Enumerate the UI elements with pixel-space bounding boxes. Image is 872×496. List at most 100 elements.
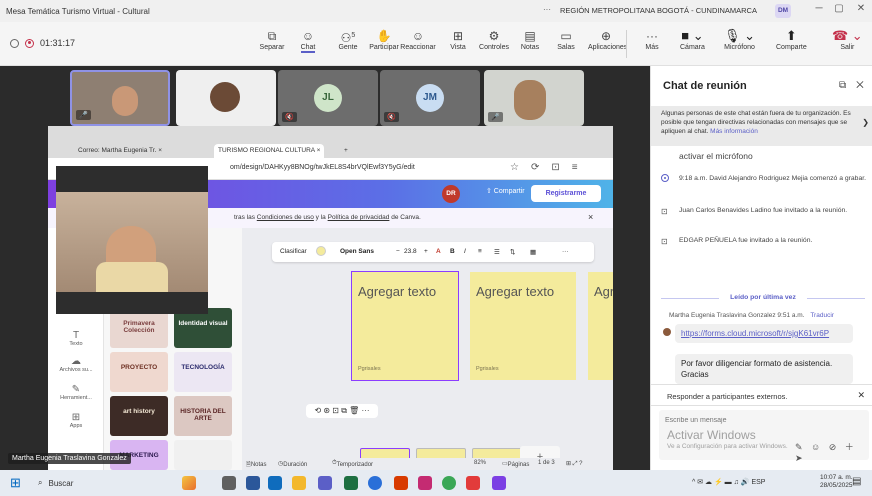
toolbar-chat-button[interactable]: ☺ Chat (290, 28, 326, 53)
duration-button[interactable]: ◷ Duración (278, 460, 307, 468)
font-size-increase[interactable]: + (424, 248, 428, 255)
notification-icon[interactable]: ▤ (852, 476, 861, 487)
timer-button[interactable]: ⏱ Temporizador (332, 460, 373, 468)
toolbar-notas-button[interactable]: ▤ Notas (512, 28, 548, 51)
browser-actions-icon[interactable]: ☆⟳⊡≡ (510, 162, 590, 173)
participant-tile[interactable]: 🎤 (70, 70, 170, 126)
widgets-icon[interactable] (182, 476, 196, 490)
chat-header-icons[interactable]: ⧉✕ (839, 80, 872, 91)
text-color-icon[interactable]: A (436, 248, 441, 255)
form-link[interactable]: https://forms.cloud.microsoft/r/sjgK61vr… (681, 329, 829, 338)
task-view-icon[interactable] (222, 476, 236, 490)
mas-icon: ··· (646, 29, 658, 43)
pages-button[interactable]: ▭ Páginas (502, 460, 529, 468)
font-select[interactable]: Open Sans (340, 248, 374, 255)
app-icon[interactable] (418, 476, 432, 490)
close-icon[interactable]: ✕ (857, 390, 865, 401)
toolbar-controles-button[interactable]: ⚙ Controles (476, 28, 512, 51)
template-thumb[interactable]: Primavera Colección (110, 308, 168, 348)
close-warning-icon[interactable]: ❯ (862, 118, 869, 129)
leave-button[interactable]: ☎ ⌄ Salir (832, 28, 863, 51)
notes-button[interactable]: 🗎 Notas (246, 460, 267, 470)
color-swatch[interactable] (316, 246, 326, 256)
more-icon[interactable]: ··· (543, 5, 551, 14)
template-thumb[interactable]: PROYECTO (110, 352, 168, 392)
font-size-value[interactable]: 23.8 (404, 248, 417, 255)
sticky-note[interactable]: Agregar te (588, 272, 613, 380)
register-button[interactable]: Registrarme (531, 185, 601, 202)
template-thumb[interactable]: Identidad visual (174, 308, 232, 348)
system-tray[interactable]: ^ ✉ ☁ ⚡ ▬ ♫ 🔊 ESP (692, 478, 765, 486)
toolbar-reaccionar-button[interactable]: ☺ Reaccionar (400, 28, 436, 51)
participant-tile[interactable]: JM 🔇 (380, 70, 480, 126)
sidebar-item-apps[interactable]: ⊞ Apps (52, 412, 100, 429)
list-icon[interactable]: ☰ (494, 248, 500, 256)
sticky-note[interactable]: Agregar texto Pgrisales (351, 271, 459, 381)
browser-tab-canva[interactable]: TURISMO REGIONAL CULTURA × (214, 144, 325, 158)
privacy-link[interactable]: Política de privacidad (328, 214, 390, 221)
speaker-video[interactable] (56, 166, 208, 314)
sidebar-item-tools[interactable]: ✎ Herramient... (52, 384, 100, 401)
taskbar-clock[interactable]: 10:07 a. m. 28/05/2025 (820, 474, 853, 491)
account-avatar[interactable]: DM (775, 4, 791, 18)
participant-tile[interactable] (176, 70, 276, 126)
translate-link[interactable]: Traducir (810, 312, 834, 319)
more-info-link[interactable]: Más información (710, 128, 758, 135)
message-input[interactable] (665, 414, 855, 426)
excel-icon[interactable] (344, 476, 358, 490)
camera-button[interactable]: ■ ⌄ Cámara (680, 28, 705, 51)
element-tools[interactable]: ⟲ ⊛ ⊡ ⧉ 🗑 ··· (306, 404, 378, 418)
classify-button[interactable]: Clasificar (280, 248, 307, 255)
minimize-icon[interactable]: ─ (810, 3, 828, 14)
template-thumb[interactable] (174, 440, 232, 470)
bold-icon[interactable]: B (450, 248, 455, 255)
close-notice-icon[interactable]: × (588, 212, 593, 222)
windows-start-icon[interactable]: ⊞ (10, 476, 21, 489)
font-size-decrease[interactable]: − (396, 248, 400, 255)
template-thumb[interactable]: TECNOLOGÍA (174, 352, 232, 392)
taskbar-search[interactable]: ⌕ Buscar (38, 475, 142, 491)
template-thumb[interactable]: HISTORIA DEL ARTE (174, 396, 232, 436)
sidebar-item-text[interactable]: T Texto (52, 330, 100, 347)
word-icon[interactable] (246, 476, 260, 490)
reply-external-bar[interactable]: Responder a participantes externos. ✕ (651, 384, 872, 406)
italic-icon[interactable]: I (464, 248, 466, 255)
browser-tab-mail[interactable]: Correo: Martha Eugenia Tr. × (74, 144, 166, 158)
chrome-icon[interactable] (368, 476, 382, 490)
teams-icon[interactable] (318, 476, 332, 490)
effects-icon[interactable]: ▦ (530, 248, 536, 256)
compose-tools[interactable]: ✎ ☺ ⊘ ＋ ➤ (795, 440, 869, 464)
file-explorer-icon[interactable] (292, 476, 306, 490)
browser-icon[interactable] (442, 476, 456, 490)
share-screen-button[interactable]: ⬆ Comparte (776, 28, 807, 51)
toolbar-mas-button[interactable]: ··· Más (634, 28, 670, 51)
zoom-level[interactable]: 82% (474, 460, 486, 466)
microphone-button[interactable]: 🎙 ⌄ Micrófono (724, 28, 755, 51)
toolbar-aplicaciones-button[interactable]: ⊕ Aplicaciones (588, 28, 627, 51)
sidebar-item-uploads[interactable]: ☁ Archivos su... (52, 356, 100, 373)
restore-icon[interactable]: ▢ (830, 3, 848, 14)
toolbar-gente-button[interactable]: ⚇5 Gente (330, 28, 366, 51)
spacing-icon[interactable]: ⇅ (510, 248, 515, 256)
window-title: Mesa Temática Turismo Virtual - Cultural (6, 6, 150, 16)
toolbar-separar-button[interactable]: ⧉ Separar (254, 28, 290, 51)
user-avatar[interactable]: DR (442, 185, 460, 203)
toolbar-vista-button[interactable]: ⊞ Vista (440, 28, 476, 51)
app-icon[interactable] (466, 476, 480, 490)
toolbar-participar-button[interactable]: ✋ Participar (366, 28, 402, 51)
template-thumb[interactable]: art history (110, 396, 168, 436)
canva-share-button[interactable]: ⇧ Compartir (486, 187, 525, 195)
close-icon[interactable]: ✕ (852, 3, 870, 14)
participant-tile[interactable]: 🎤 (484, 70, 584, 126)
sticky-note[interactable]: Agregar texto Pgrisales (470, 272, 576, 380)
toolbar-salas-button[interactable]: ▭ Salas (548, 28, 584, 51)
canva-icon[interactable] (492, 476, 506, 490)
grid-icon[interactable]: ⊞ ⤢ ? (566, 460, 583, 468)
more-options-icon[interactable]: ··· (562, 248, 569, 255)
new-tab-button[interactable]: + (340, 144, 352, 158)
participant-tile[interactable]: JL 🔇 (278, 70, 378, 126)
terms-link[interactable]: Condiciones de uso (257, 214, 314, 221)
align-icon[interactable]: ≡ (478, 248, 482, 255)
store-icon[interactable] (268, 476, 282, 490)
powerpoint-icon[interactable] (394, 476, 408, 490)
